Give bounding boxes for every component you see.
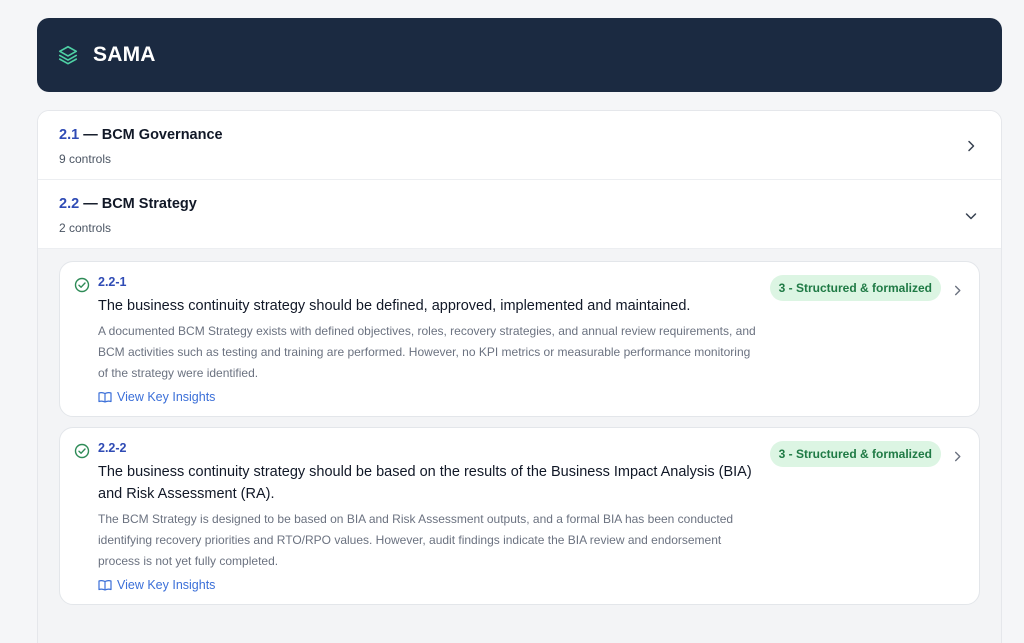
check-circle-icon — [74, 443, 90, 459]
section-number: 2.1 — [59, 127, 80, 143]
control-description: A documented BCM Strategy exists with de… — [98, 324, 756, 380]
chevron-right-icon[interactable] — [952, 283, 963, 296]
chevron-down-icon[interactable] — [965, 209, 977, 221]
section-title: 2.2 — BCM Strategy — [59, 196, 981, 212]
layers-icon — [57, 44, 79, 66]
maturity-badge: 3 - Structured & formalized — [769, 275, 941, 301]
section-control-count: 2 controls — [59, 221, 112, 235]
control-card[interactable]: 2.2-1 The business continuity strategy s… — [59, 261, 980, 417]
section-name: BCM Strategy — [101, 196, 197, 212]
section-title: 2.1 — BCM Governance — [59, 127, 981, 143]
control-title: The business continuity strategy should … — [98, 464, 752, 502]
section-2-2[interactable]: 2.2 — BCM Strategy 2 controls — [38, 180, 1001, 249]
section-control-count: 9 controls — [59, 152, 112, 166]
check-circle-icon — [74, 277, 90, 293]
control-card[interactable]: 2.2-2 The business continuity strategy s… — [59, 427, 980, 605]
control-title: The business continuity strategy should … — [98, 298, 691, 314]
sections-panel: 2.1 — BCM Governance 9 controls 2.2 — BC… — [37, 110, 1002, 643]
chevron-right-icon[interactable] — [952, 449, 963, 462]
section-2-1[interactable]: 2.1 — BCM Governance 9 controls — [38, 111, 1001, 180]
chevron-right-icon[interactable] — [965, 139, 977, 152]
view-key-insights-label: View Key Insights — [117, 390, 216, 404]
view-key-insights-label: View Key Insights — [117, 578, 216, 592]
section-separator: — — [79, 127, 102, 143]
book-open-icon — [98, 391, 112, 403]
page-title: SAMA — [93, 43, 156, 66]
book-open-icon — [98, 579, 112, 591]
control-description: The BCM Strategy is designed to be based… — [98, 512, 734, 568]
section-name: BCM Governance — [101, 127, 223, 143]
app-header: SAMA — [37, 18, 1002, 92]
section-2-2-controls: 2.2-1 The business continuity strategy s… — [38, 249, 1001, 643]
view-key-insights-link[interactable]: View Key Insights — [98, 578, 959, 592]
maturity-badge: 3 - Structured & formalized — [769, 441, 941, 467]
section-number: 2.2 — [59, 196, 80, 212]
section-separator: — — [79, 196, 102, 212]
view-key-insights-link[interactable]: View Key Insights — [98, 390, 959, 404]
